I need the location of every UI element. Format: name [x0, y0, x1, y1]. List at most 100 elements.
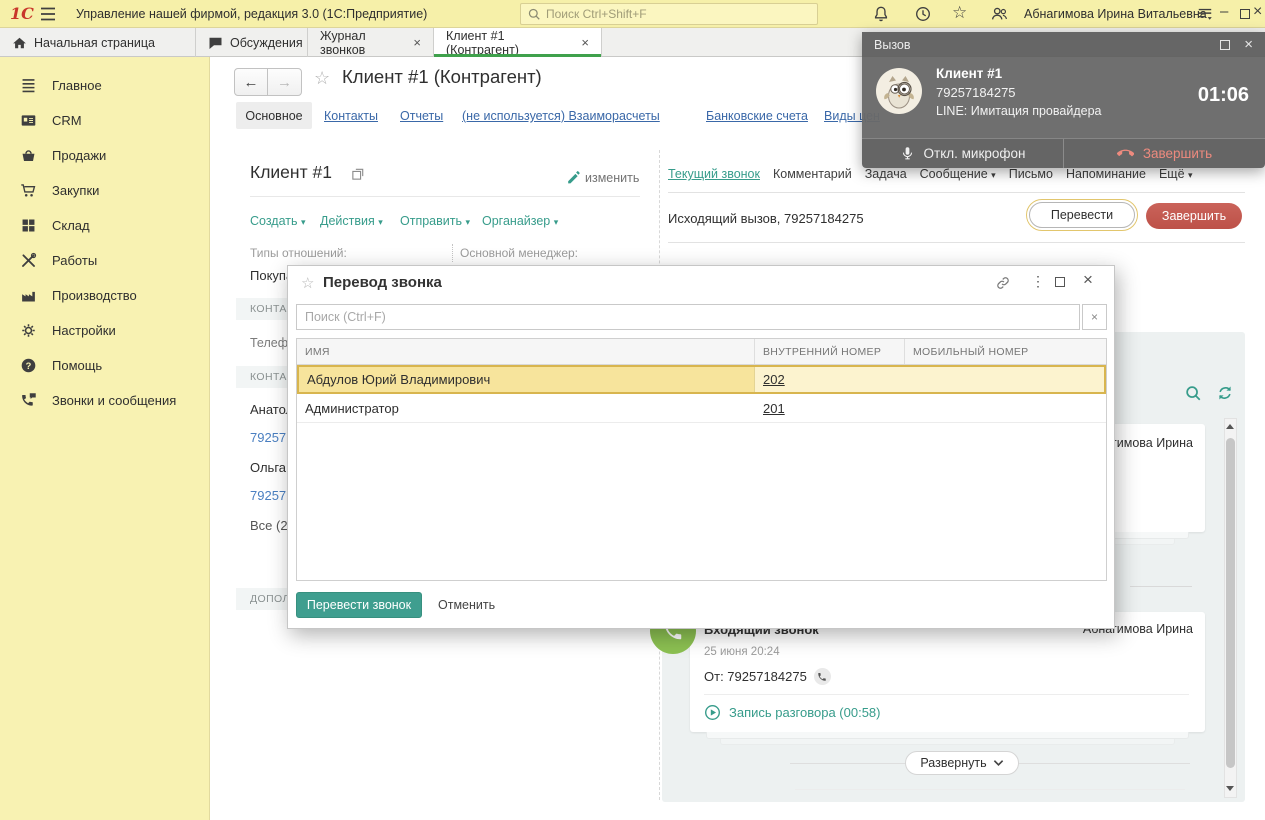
cell-name[interactable]: Администратор [297, 394, 755, 422]
get-link-icon[interactable] [995, 275, 1011, 291]
tab-discussions[interactable]: Обсуждения [196, 28, 308, 57]
incoming-call-card[interactable]: Входящий звонок Абнагимова Ирина 25 июня… [690, 612, 1205, 732]
sidebar-item-sales[interactable]: Продажи [0, 140, 210, 170]
refresh-icon[interactable] [1216, 384, 1234, 402]
tab-message[interactable]: Сообщение ▾ [920, 167, 996, 181]
clear-search-icon[interactable]: × [1082, 304, 1107, 330]
close-window-icon[interactable]: × [1253, 3, 1262, 21]
feed-search-icon[interactable] [1184, 384, 1202, 402]
open-in-window-icon[interactable] [352, 168, 364, 180]
divider [704, 694, 1189, 695]
divider [668, 242, 1245, 243]
page-tab-reports[interactable]: Отчеты [400, 109, 443, 123]
divider [1130, 586, 1192, 587]
phone-message-icon [20, 392, 37, 409]
edit-link[interactable]: изменить [585, 171, 639, 185]
sidebar-item-production[interactable]: Производство [0, 280, 210, 310]
tab-comment[interactable]: Комментарий [773, 167, 852, 181]
tab-more[interactable]: Ещё ▾ [1159, 167, 1193, 181]
call-popup: Вызов × Клиент #1 79257 [862, 32, 1265, 168]
close-tab-icon[interactable]: × [581, 36, 589, 49]
sidebar-item-crm[interactable]: CRM [0, 105, 210, 135]
play-icon[interactable] [704, 704, 721, 721]
sidebar-item-purchases[interactable]: Закупки [0, 175, 210, 205]
contact-person-name: Ольга [250, 460, 286, 475]
table-row-selected[interactable]: Абдулов Юрий Владимирович 202 [297, 365, 1106, 394]
history-clock-icon[interactable] [914, 5, 932, 23]
popup-close-icon[interactable]: × [1244, 36, 1253, 53]
finish-call-button[interactable]: Завершить [1146, 203, 1242, 229]
1c-logo[interactable]: 1С [10, 4, 34, 23]
call-popup-titlebar[interactable]: Вызов × [862, 32, 1265, 57]
app-window: 1С Управление нашей фирмой, редакция 3.0… [0, 0, 1265, 820]
actions-menu[interactable]: Действия ▾ [320, 214, 383, 228]
column-header-mobile[interactable]: МОБИЛЬНЫЙ НОМЕР [905, 339, 1106, 364]
page-tab-bank-accounts[interactable]: Банковские счета [706, 109, 808, 123]
send-menu[interactable]: Отправить ▾ [400, 214, 470, 228]
main-menu-icon[interactable] [40, 7, 56, 21]
forward-button[interactable]: → [268, 69, 301, 95]
minimize-icon[interactable]: – [1220, 3, 1228, 20]
page-tab-contacts[interactable]: Контакты [324, 109, 378, 123]
hangup-button[interactable]: Завершить [1064, 139, 1265, 168]
mute-mic-button[interactable]: Откл. микрофон [862, 139, 1064, 168]
dialog-maximize-icon[interactable] [1055, 277, 1065, 287]
transfer-call-submit-button[interactable]: Перевести звонок [296, 592, 422, 618]
dialog-close-icon[interactable]: × [1083, 270, 1093, 290]
scrollbar-thumb[interactable] [1226, 438, 1235, 768]
show-all-link[interactable]: Все (2) [250, 518, 292, 533]
page-tab-main[interactable]: Основное [236, 102, 312, 129]
users-icon[interactable] [990, 5, 1009, 23]
tab-letter[interactable]: Письмо [1009, 167, 1053, 181]
scroll-up-arrow[interactable] [1226, 424, 1234, 429]
organizer-menu[interactable]: Органайзер ▾ [482, 214, 558, 228]
maximize-icon[interactable] [1240, 9, 1250, 19]
tab-home[interactable]: Начальная страница [0, 28, 196, 57]
favorite-star-icon[interactable]: ☆ [314, 68, 330, 89]
page-tab-settlements[interactable]: (не используется) Взаиморасчеты [462, 109, 660, 123]
boxes-icon [20, 217, 37, 234]
table-row[interactable]: Администратор 201 [297, 394, 1106, 423]
cell-name[interactable]: Абдулов Юрий Владимирович [299, 367, 755, 392]
cell-extension[interactable]: 202 [755, 367, 905, 392]
current-user-name[interactable]: Абнагимова Ирина Витальевна [1024, 7, 1207, 21]
sidebar-item-warehouse[interactable]: Склад [0, 210, 210, 240]
record-label[interactable]: Запись разговора (00:58) [729, 705, 880, 720]
expand-button[interactable]: Развернуть [905, 751, 1019, 775]
cell-mobile[interactable] [905, 394, 1106, 422]
create-menu[interactable]: Создать ▾ [250, 214, 306, 228]
column-header-extension[interactable]: ВНУТРЕННИЙ НОМЕР [755, 339, 905, 364]
cell-mobile[interactable] [905, 367, 1104, 392]
sidebar-item-calls-messages[interactable]: Звонки и сообщения [0, 385, 210, 415]
call-panel-tabs: Текущий звонок Комментарий Задача Сообще… [668, 167, 1245, 181]
back-button[interactable]: ← [235, 69, 268, 95]
global-search[interactable] [520, 3, 818, 25]
window-list-icon[interactable] [1196, 6, 1214, 22]
tab-task[interactable]: Задача [865, 167, 907, 181]
dialog-search-input[interactable] [296, 304, 1080, 330]
call-record-row[interactable]: Запись разговора (00:58) [704, 704, 880, 721]
scroll-down-arrow[interactable] [1226, 786, 1234, 791]
close-tab-icon[interactable]: × [413, 36, 421, 49]
cell-extension[interactable]: 201 [755, 394, 905, 422]
more-commands-icon[interactable]: ⋮ [1031, 273, 1045, 290]
dialog-search-field[interactable] [296, 304, 1080, 330]
transfer-button[interactable]: Перевести [1029, 202, 1135, 228]
notifications-bell-icon[interactable] [872, 5, 890, 23]
tab-client[interactable]: Клиент #1 (Контрагент) × [434, 28, 602, 57]
global-search-input[interactable] [546, 7, 811, 21]
cancel-button[interactable]: Отменить [438, 598, 495, 612]
sidebar-item-works[interactable]: Работы [0, 245, 210, 275]
tab-calls-log[interactable]: Журнал звонков × [308, 28, 434, 57]
sidebar-item-help[interactable]: ? Помощь [0, 350, 210, 380]
sidebar-item-settings[interactable]: Настройки [0, 315, 210, 345]
dialog-star-icon[interactable]: ☆ [301, 274, 314, 292]
favorites-star-icon[interactable]: ☆ [952, 3, 967, 23]
tab-current-call[interactable]: Текущий звонок [668, 167, 760, 181]
callback-phone-icon[interactable] [814, 668, 831, 685]
sidebar-item-main[interactable]: Главное [0, 70, 210, 100]
tab-reminder[interactable]: Напоминание [1066, 167, 1146, 181]
column-header-name[interactable]: ИМЯ [297, 339, 755, 364]
call-status: Исходящий вызов, 79257184275 [668, 211, 864, 226]
popup-maximize-icon[interactable] [1220, 40, 1230, 50]
